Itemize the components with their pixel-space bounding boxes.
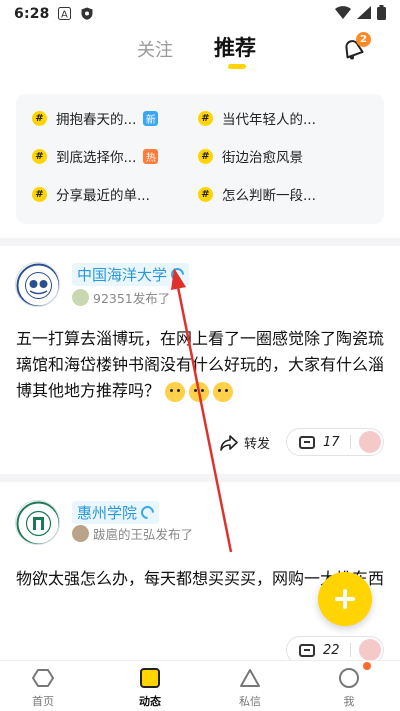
post-card[interactable]: 中国海洋大学 92351发布了 五一打算去淄博玩，在网上看了一圈感觉除了陶瓷琉璃… (0, 246, 400, 474)
shield-icon (80, 7, 94, 21)
status-bar: 6:28 A (0, 0, 400, 28)
hot-badge: 热 (143, 148, 159, 164)
commenter-avatar (359, 431, 381, 453)
comment-button[interactable]: 17 (286, 428, 384, 456)
cat-emoji-icon (165, 381, 186, 402)
verified-icon (138, 503, 157, 522)
topic-label: 拥抱春天的... (56, 112, 137, 128)
hash-icon: # (32, 148, 47, 164)
topic-label: 分享最近的单... (56, 188, 150, 204)
bottom-nav: 首页 动态 私信 我 (0, 660, 400, 711)
topic-item[interactable]: # 街边治愈风景 (198, 146, 303, 166)
school-name-tag[interactable]: 惠州学院 (72, 501, 160, 524)
triangle-icon (240, 669, 260, 687)
hash-icon: # (32, 110, 47, 126)
comment-icon (299, 643, 315, 657)
school-name-tag[interactable]: 中国海洋大学 (72, 263, 190, 286)
post-meta: 跋扈的王弘发布了 (72, 524, 193, 543)
share-label: 转发 (244, 437, 271, 452)
cat-emoji-icon (189, 381, 210, 402)
signal-icon (357, 5, 371, 23)
topic-item[interactable]: # 怎么判断一段... (198, 184, 316, 204)
hash-icon: # (32, 186, 47, 202)
divider (350, 643, 351, 657)
tab-recommend[interactable]: 推荐 (214, 32, 256, 62)
topic-label: 到底选择你... (56, 150, 137, 166)
topic-item[interactable]: # 分享最近的单... (32, 184, 150, 204)
user-mini-avatar (72, 289, 89, 306)
hexagon-icon (32, 669, 54, 687)
school-logo-avatar[interactable] (15, 500, 60, 545)
share-icon (220, 434, 238, 451)
wifi-icon (335, 5, 351, 23)
hash-icon: # (198, 148, 213, 164)
active-tab-indicator (228, 64, 246, 69)
square-icon (140, 668, 160, 688)
post-author: 跋扈的王弘发布了 (93, 527, 194, 542)
new-badge: 新 (143, 110, 159, 126)
divider (350, 435, 351, 449)
topic-label: 怎么判断一段... (222, 188, 316, 204)
school-name: 惠州学院 (77, 504, 138, 522)
topic-item[interactable]: # 到底选择你... 热 (32, 146, 159, 166)
svg-text:A: A (61, 10, 68, 21)
topics-grid: # 拥抱春天的... 新 # 当代年轻人的... # 到底选择你... 热 # … (16, 94, 384, 224)
post-author: 92351发布了 (93, 291, 171, 306)
nav-me-label: 我 (343, 695, 355, 708)
post-card[interactable]: 惠州学院 跋扈的王弘发布了 物欲太强怎么办，每天都想买买买，网购一大堆东西 22 (0, 482, 400, 664)
nav-messages[interactable]: 私信 (220, 667, 280, 709)
a-icon: A (58, 7, 72, 21)
nav-me[interactable]: 我 (319, 667, 379, 709)
cat-emoji-icon (213, 381, 234, 402)
school-logo-avatar[interactable] (15, 262, 60, 307)
comment-count: 22 (323, 642, 340, 658)
hash-icon: # (198, 110, 213, 126)
topic-item[interactable]: # 拥抱春天的... 新 (32, 108, 159, 128)
share-button[interactable]: 转发 (220, 433, 270, 452)
nav-messages-label: 私信 (239, 695, 261, 708)
nav-feed[interactable]: 动态 (120, 667, 180, 709)
school-name: 中国海洋大学 (77, 266, 168, 284)
commenter-avatar (359, 639, 381, 661)
circle-icon (339, 668, 359, 688)
topics-section: # 拥抱春天的... 新 # 当代年轻人的... # 到底选择你... 热 # … (0, 80, 400, 238)
status-time: 6:28 (14, 6, 50, 22)
post-meta: 92351发布了 (72, 288, 170, 307)
topic-item[interactable]: # 当代年轻人的... (198, 108, 316, 128)
notification-dot (363, 662, 371, 670)
plus-icon (335, 589, 355, 609)
battery-icon (377, 4, 386, 24)
comment-icon (299, 435, 315, 449)
nav-feed-label: 动态 (139, 695, 161, 708)
hash-icon: # (198, 186, 213, 202)
create-post-button[interactable] (318, 572, 372, 626)
notification-badge: 2 (356, 32, 371, 47)
topic-label: 街边治愈风景 (222, 150, 303, 166)
nav-home[interactable]: 首页 (13, 667, 73, 709)
tab-follow[interactable]: 关注 (137, 36, 173, 62)
topic-label: 当代年轻人的... (222, 112, 316, 128)
post-text[interactable]: 五一打算去淄博玩，在网上看了一圈感觉除了陶瓷琉璃馆和海岱楼钟书阁没有什么好玩的，… (16, 326, 386, 404)
top-nav: 关注 推荐 2 (0, 28, 400, 80)
verified-icon (168, 265, 187, 284)
comment-count: 17 (323, 434, 340, 450)
user-mini-avatar (72, 525, 89, 542)
nav-home-label: 首页 (32, 695, 54, 708)
